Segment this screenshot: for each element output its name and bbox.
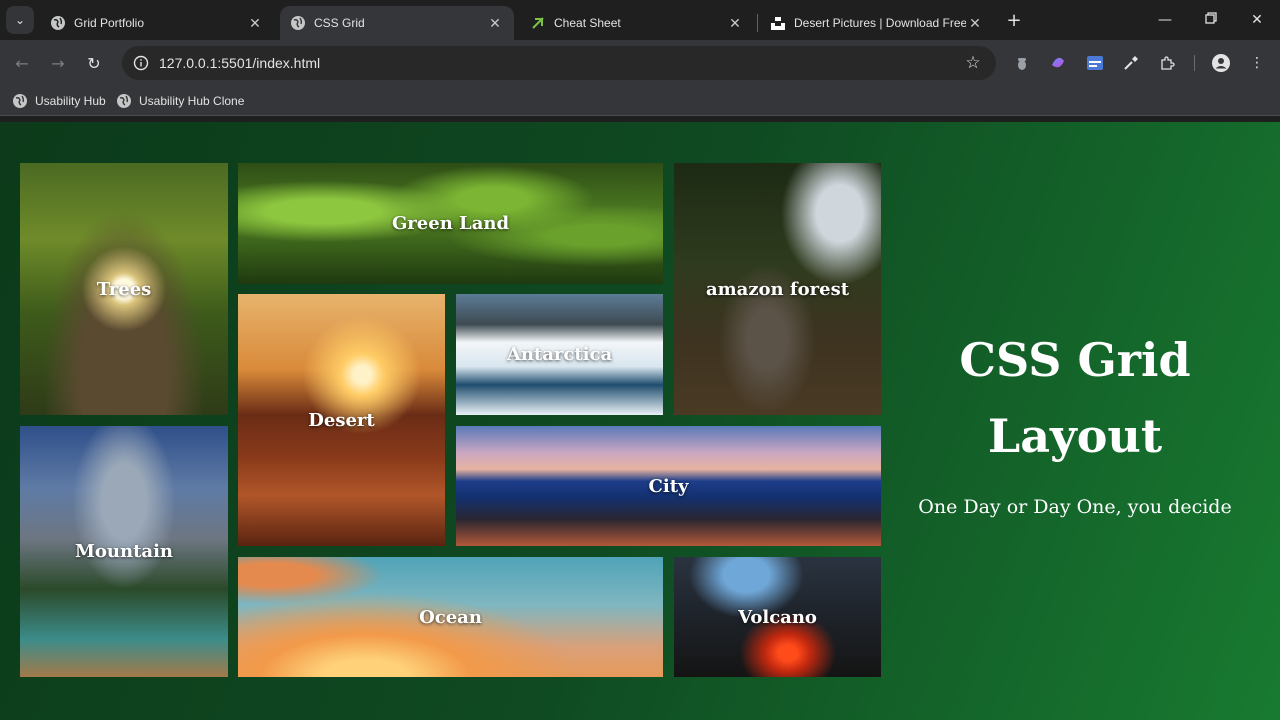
tab-search-button[interactable]: ⌄ <box>6 6 34 34</box>
hero-title-line1: CSS Grid <box>959 333 1191 387</box>
leaf-icon <box>530 15 546 31</box>
color-picker-icon[interactable] <box>1120 52 1142 74</box>
extension-window-icon[interactable] <box>1084 52 1106 74</box>
tab-css-grid[interactable]: CSS Grid ✕ <box>280 6 514 40</box>
gallery-tile-mountain: Mountain <box>20 426 228 677</box>
tab-divider <box>757 14 758 32</box>
extensions-puzzle-icon[interactable] <box>1156 52 1178 74</box>
close-icon[interactable]: ✕ <box>246 14 264 32</box>
tab-title: CSS Grid <box>314 16 365 30</box>
gallery-tile-trees: Trees <box>20 163 228 415</box>
bookmark-label: Usability Hub Clone <box>139 94 245 108</box>
restore-button[interactable] <box>1188 0 1234 40</box>
minimize-icon: — <box>1158 12 1172 28</box>
close-icon: ✕ <box>1251 12 1263 28</box>
close-window-button[interactable]: ✕ <box>1234 0 1280 40</box>
more-menu-icon[interactable]: ⋮ <box>1246 52 1268 74</box>
tile-label: Antarctica <box>506 344 613 365</box>
close-icon[interactable]: ✕ <box>966 14 984 32</box>
new-tab-button[interactable]: + <box>1003 9 1025 31</box>
bookmark-star-icon[interactable]: ☆ <box>962 52 984 74</box>
gallery-tile-antarctica: Antarctica <box>456 294 663 415</box>
tab-grid-portfolio[interactable]: Grid Portfolio ✕ <box>40 6 274 40</box>
globe-icon <box>50 15 66 31</box>
reload-button[interactable]: ↻ <box>80 49 108 77</box>
gallery-tile-volcano: Volcano <box>674 557 881 677</box>
tile-label: amazon forest <box>705 278 850 300</box>
gallery-tile-desert: Desert <box>238 294 445 546</box>
arrow-left-icon: ← <box>15 53 29 73</box>
page-content: Trees Green Land amazon forest Desert An… <box>0 122 1280 720</box>
gallery-tile-amazon-forest: amazon forest <box>674 163 881 415</box>
forward-button[interactable]: → <box>44 49 72 77</box>
address-bar[interactable]: 127.0.0.1:5501/index.html ☆ <box>122 46 996 80</box>
close-icon[interactable]: ✕ <box>726 14 744 32</box>
restore-icon <box>1205 12 1217 28</box>
close-icon[interactable]: ✕ <box>486 14 504 32</box>
bookmark-usability-hub-clone[interactable]: Usability Hub Clone <box>116 92 244 110</box>
gallery-tile-city: City <box>456 426 881 546</box>
globe-icon <box>13 94 27 108</box>
chevron-down-icon: ⌄ <box>14 13 26 27</box>
tab-title: Desert Pictures | Download Free In <box>794 16 966 30</box>
globe-icon <box>290 15 306 31</box>
plus-icon: + <box>1006 9 1022 31</box>
bookmark-usability-hub[interactable]: Usability Hub <box>12 92 106 110</box>
tile-label: Green Land <box>391 213 510 234</box>
hero-section: CSS Grid Layout One Day or Day One, you … <box>900 322 1250 518</box>
back-button[interactable]: ← <box>8 49 36 77</box>
tile-label: Ocean <box>419 606 482 628</box>
hero-title-line2: Layout <box>987 409 1163 463</box>
tile-label: Desert <box>308 409 375 431</box>
hero-subtitle: One Day or Day One, you decide <box>918 496 1232 518</box>
url-text: 127.0.0.1:5501/index.html <box>159 55 321 71</box>
profile-avatar-icon[interactable] <box>1210 52 1232 74</box>
tab-title: Cheat Sheet <box>554 16 621 30</box>
tab-cheat-sheet[interactable]: Cheat Sheet ✕ <box>520 6 754 40</box>
bookmark-label: Usability Hub <box>35 94 106 108</box>
tab-desert-pictures[interactable]: Desert Pictures | Download Free In ✕ <box>760 6 994 40</box>
arrow-right-icon: → <box>51 53 65 73</box>
unsplash-icon <box>770 15 786 31</box>
browser-toolbar: ← → ↻ 127.0.0.1:5501/index.html ☆ ⋮ <box>0 40 1280 86</box>
reload-icon: ↻ <box>87 53 101 73</box>
toolbar-divider <box>1194 55 1195 71</box>
tile-label: Volcano <box>738 606 817 628</box>
tile-label: Trees <box>96 278 152 300</box>
gallery-tile-ocean: Ocean <box>238 557 663 677</box>
site-info-icon[interactable] <box>132 54 150 72</box>
tab-title: Grid Portfolio <box>74 16 145 30</box>
tile-label: Mountain <box>74 541 173 562</box>
minimize-button[interactable]: — <box>1142 0 1188 40</box>
extension-acorn-icon[interactable] <box>1011 52 1033 74</box>
extension-gradient-icon[interactable] <box>1047 52 1069 74</box>
gallery-tile-green-land: Green Land <box>238 163 663 284</box>
tab-strip: ⌄ Grid Portfolio ✕ CSS Grid ✕ Cheat Shee… <box>0 0 1280 40</box>
globe-icon <box>117 94 131 108</box>
tile-label: City <box>648 475 689 497</box>
bookmarks-bar: Usability Hub Usability Hub Clone <box>0 86 1280 116</box>
